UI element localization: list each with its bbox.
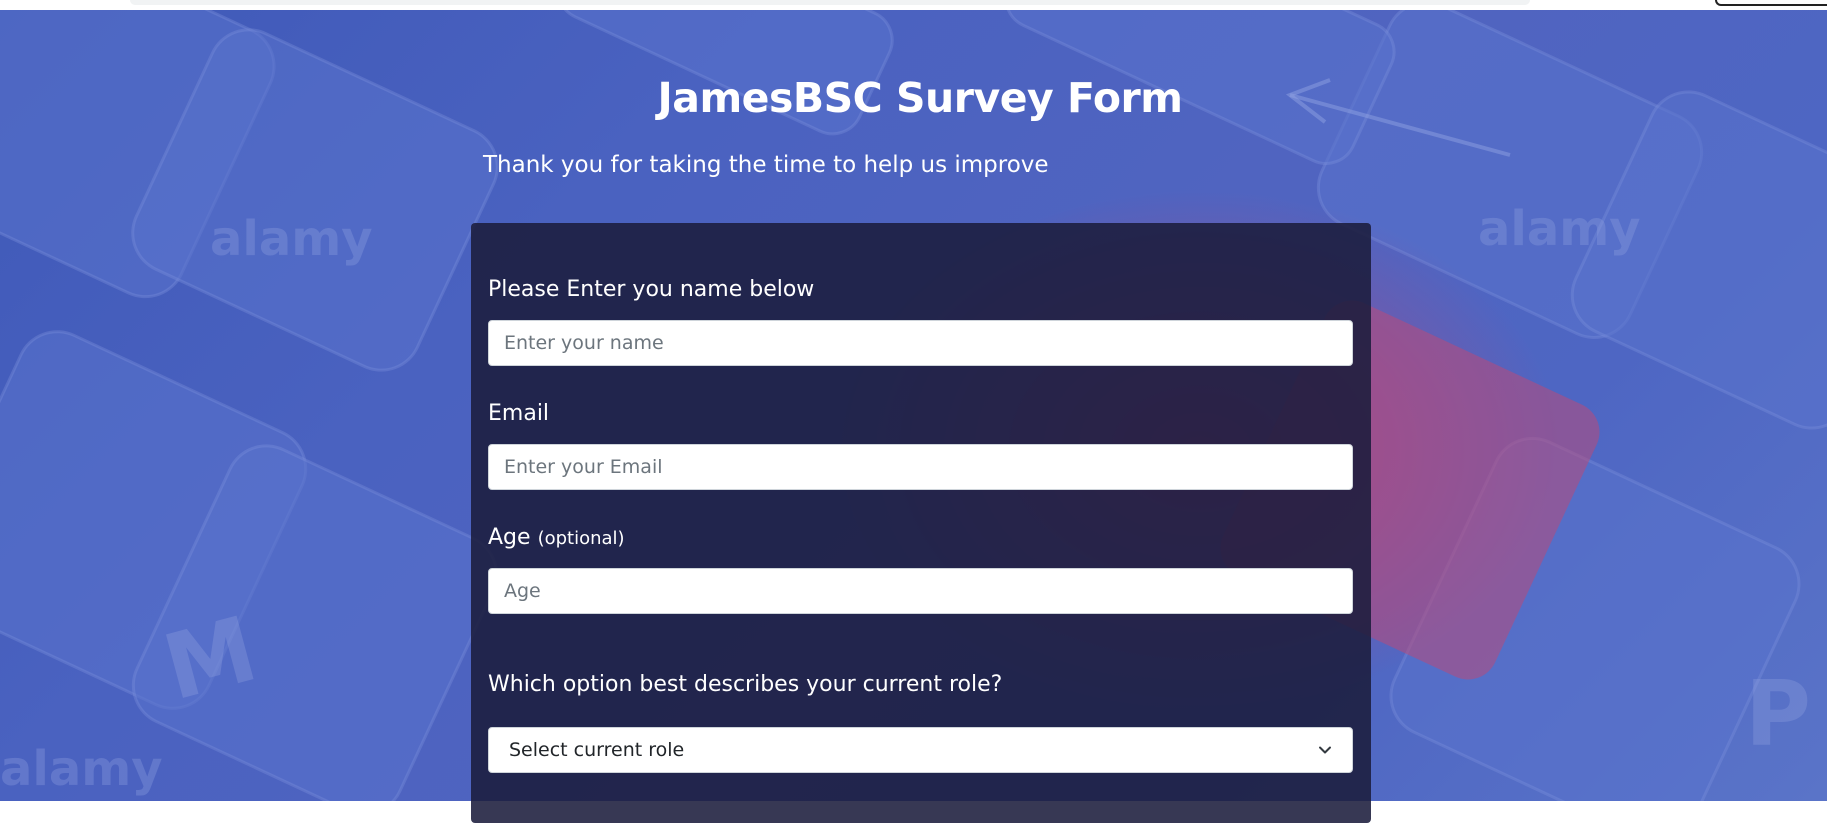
svg-text:alamy: alamy bbox=[210, 211, 373, 267]
name-label: Please Enter you name below bbox=[488, 277, 815, 302]
age-input[interactable] bbox=[488, 568, 1353, 614]
survey-form: Please Enter you name below Email Age (o… bbox=[471, 223, 1371, 823]
svg-text:P: P bbox=[1745, 662, 1811, 767]
chevron-down-icon bbox=[1319, 746, 1331, 754]
age-optional-note: (optional) bbox=[537, 528, 625, 549]
svg-text:alamy: alamy bbox=[0, 741, 163, 797]
page-description: Thank you for taking the time to help us… bbox=[483, 152, 1049, 178]
page-title: JamesBSC Survey Form bbox=[657, 74, 1183, 122]
email-input[interactable] bbox=[488, 444, 1353, 490]
email-label: Email bbox=[488, 401, 550, 426]
name-input[interactable] bbox=[488, 320, 1353, 366]
svg-text:alamy: alamy bbox=[1478, 201, 1641, 257]
role-selected-value: Select current role bbox=[509, 739, 685, 761]
browser-button-edge bbox=[1715, 0, 1827, 6]
address-bar-edge bbox=[130, 0, 1530, 5]
age-label: Age (optional) bbox=[488, 525, 625, 550]
role-label: Which option best describes your current… bbox=[488, 672, 1003, 697]
age-label-text: Age bbox=[488, 525, 531, 550]
role-dropdown[interactable]: Select current role bbox=[488, 727, 1353, 773]
